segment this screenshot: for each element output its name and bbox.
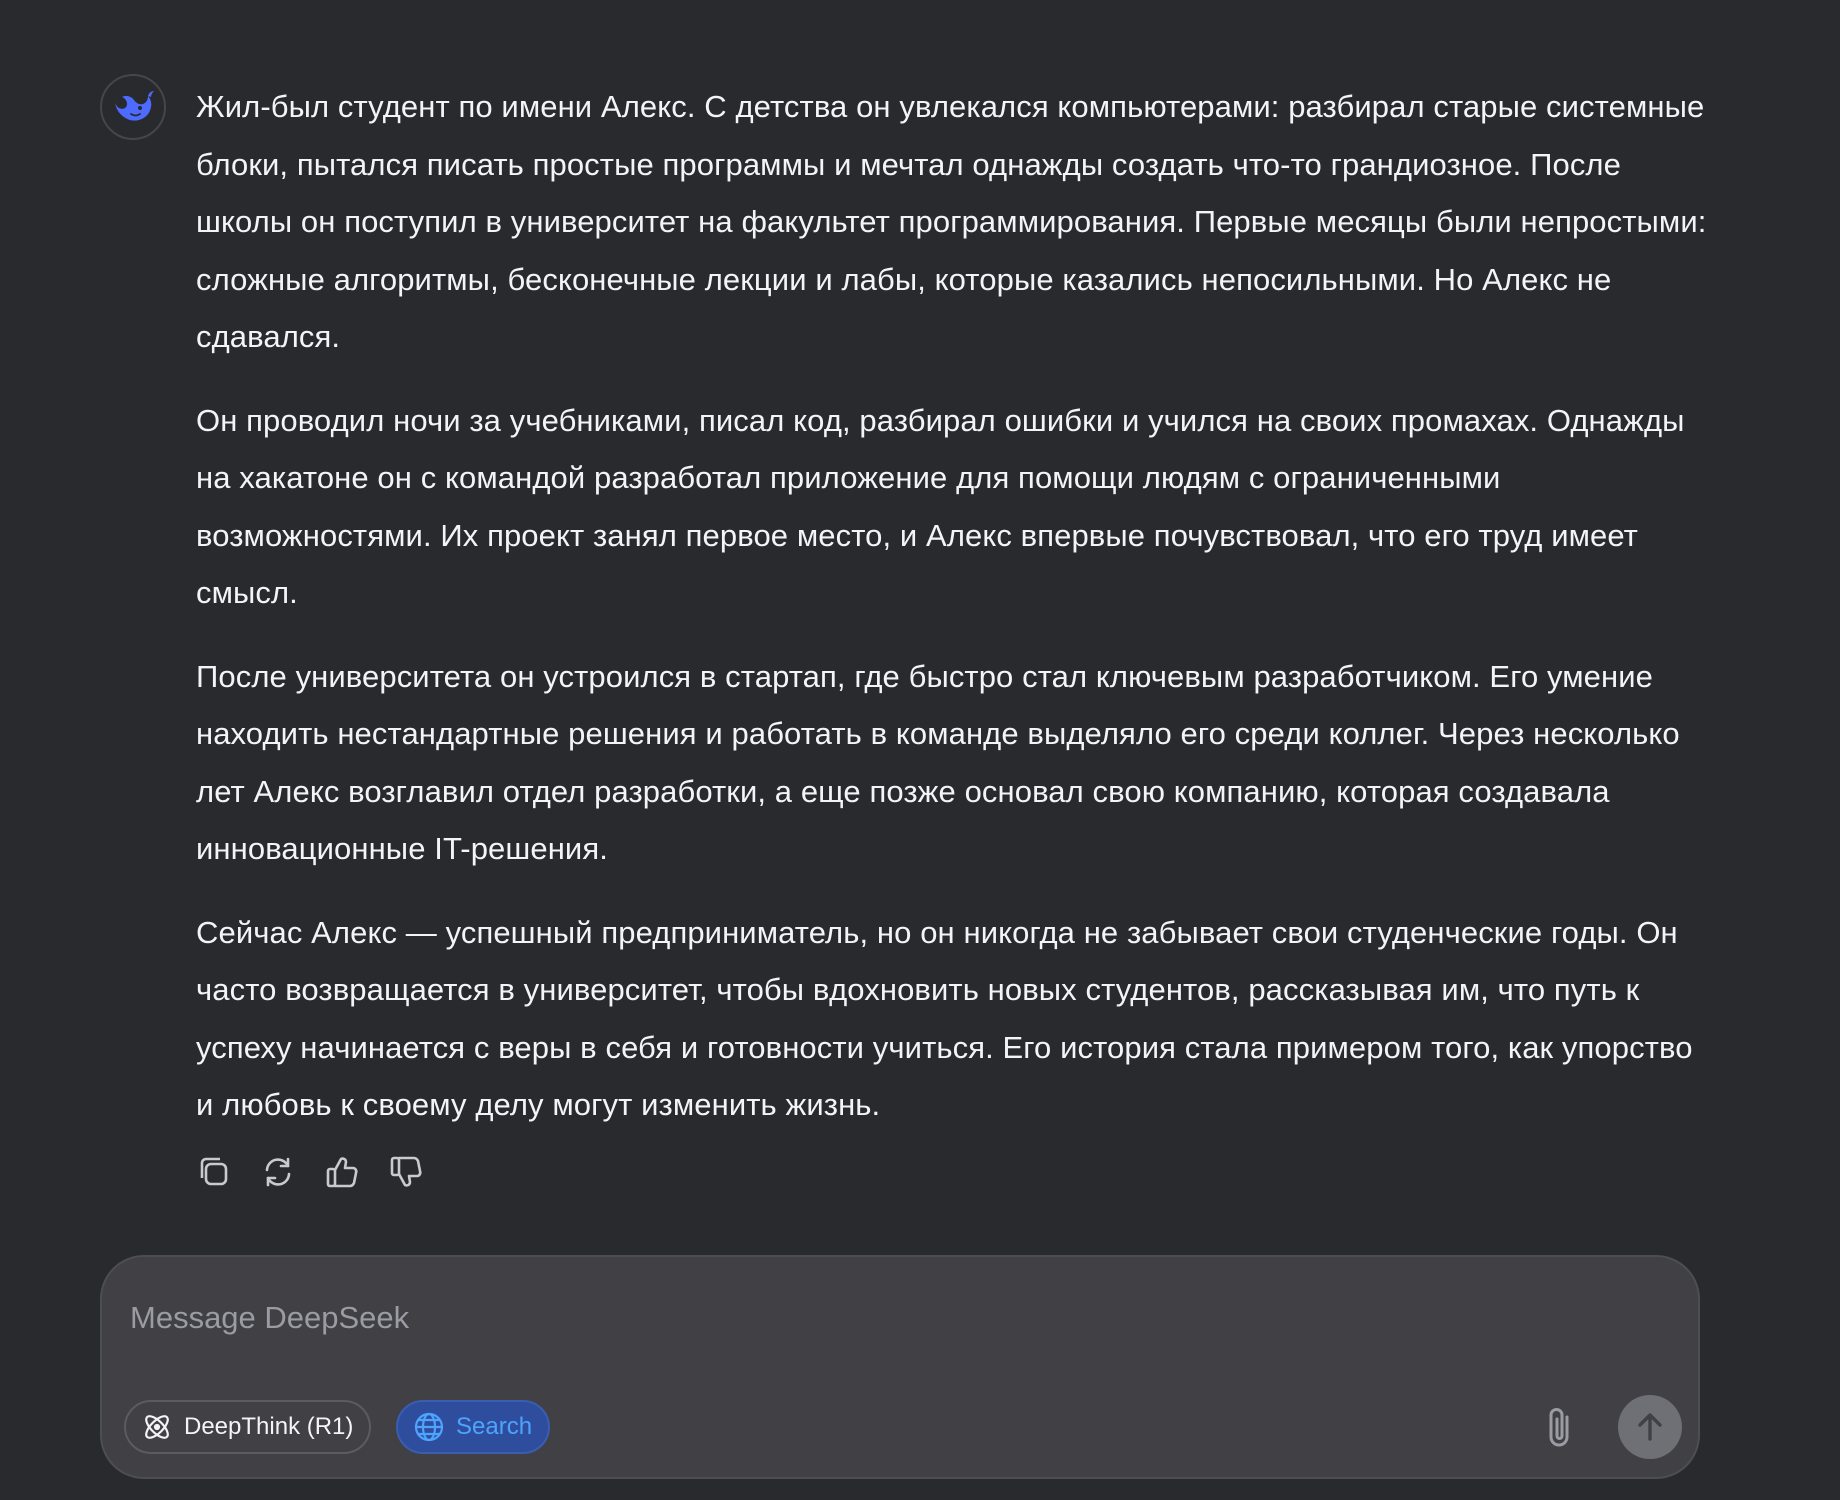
deepthink-toggle[interactable]: DeepThink (R1)	[124, 1400, 372, 1454]
message-input[interactable]	[128, 1287, 1632, 1349]
thumbs-up-icon	[326, 1157, 358, 1188]
thumbs-down-icon	[390, 1156, 422, 1187]
copy-icon	[200, 1157, 228, 1186]
message-actions	[196, 1154, 424, 1190]
copy-button[interactable]	[196, 1154, 232, 1190]
deepseek-whale-icon	[115, 91, 154, 121]
message-paragraph: Он проводил ночи за учебниками, писал ко…	[196, 402, 1685, 611]
assistant-message: Жил-был студент по имени Алекс. С детств…	[196, 78, 1716, 1160]
thumbs-down-button[interactable]	[388, 1154, 424, 1190]
assistant-avatar	[100, 74, 166, 140]
thumbs-up-button[interactable]	[324, 1154, 360, 1190]
message-paragraph: Сейчас Алекс — успешный предприниматель,…	[196, 914, 1693, 1123]
message-paragraph: Жил-был студент по имени Алекс. С детств…	[196, 89, 1707, 354]
atom-icon	[145, 1415, 169, 1439]
regenerate-button[interactable]	[260, 1154, 296, 1190]
globe-icon	[414, 1412, 444, 1442]
arrow-up-icon	[1638, 1413, 1662, 1441]
message-paragraph: После университета он устроился в старта…	[196, 658, 1680, 867]
send-button[interactable]	[1618, 1395, 1682, 1459]
deepthink-label: DeepThink (R1)	[184, 1413, 354, 1440]
regenerate-icon	[265, 1157, 291, 1187]
chat-page: Жил-был студент по имени Алекс. С детств…	[0, 0, 1840, 1500]
paperclip-icon	[1549, 1408, 1569, 1447]
search-toggle[interactable]: Search	[396, 1400, 551, 1454]
message-composer: DeepThink (R1) Search	[100, 1255, 1700, 1479]
attach-button[interactable]	[1537, 1405, 1583, 1451]
search-label: Search	[456, 1413, 533, 1440]
